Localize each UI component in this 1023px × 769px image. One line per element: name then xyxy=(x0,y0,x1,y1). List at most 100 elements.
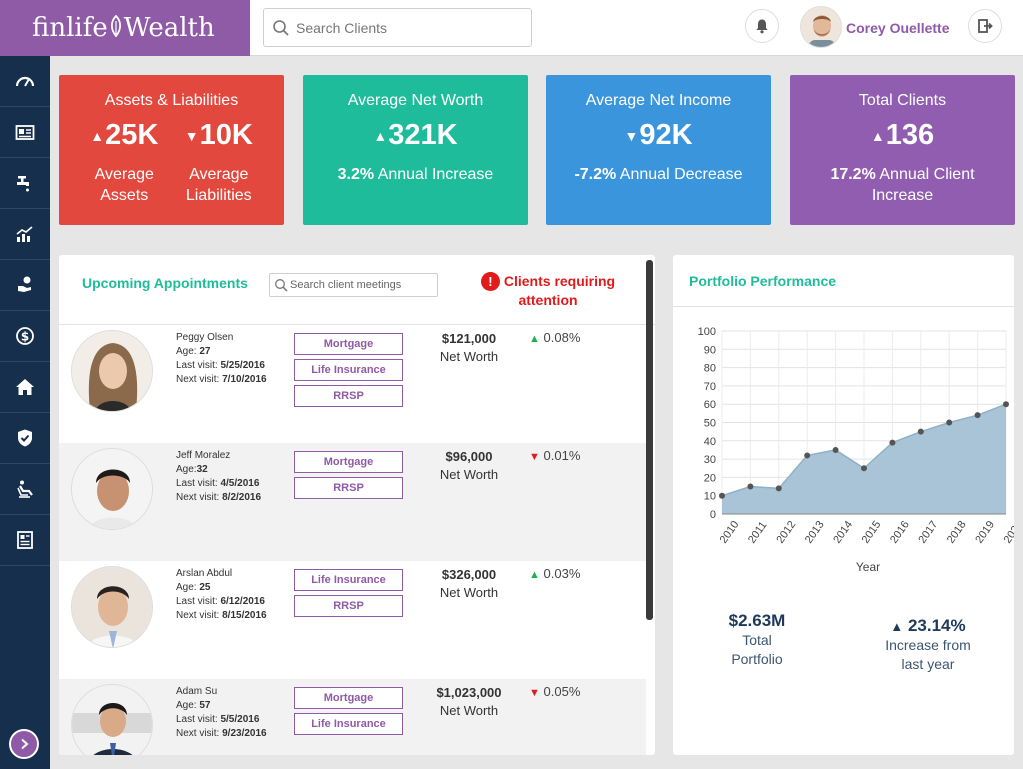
chevron-right-icon xyxy=(21,738,29,750)
last-visit-label: Last visit: xyxy=(176,714,218,725)
increase-value: 23.14% xyxy=(907,616,966,635)
meeting-search-input[interactable] xyxy=(290,277,435,293)
next-visit-label: Next visit: xyxy=(176,374,220,385)
total-clients-value: 136 xyxy=(885,119,935,151)
x-tick-label: 2013 xyxy=(803,519,827,546)
top-bar: finlife Wealth Corey Ouellette xyxy=(0,0,1023,56)
net-worth-value: 321K xyxy=(388,119,458,151)
hand-coin-icon xyxy=(18,276,31,292)
svg-text:$: $ xyxy=(21,330,29,344)
appointment-row[interactable]: Arslan Abdul Age: 25 Last visit: 6/12/20… xyxy=(59,561,646,679)
card-title: Total Clients xyxy=(858,92,947,109)
sidebar-item-contacts[interactable] xyxy=(0,107,50,158)
appointment-row[interactable]: Jeff Moralez Age:32 Last visit: 4/5/2016… xyxy=(59,443,646,561)
client-photo-image xyxy=(72,449,152,529)
age-label: Age: xyxy=(176,464,197,475)
average-net-worth-card[interactable]: Average Net Worth ▲321K 3.2% Annual Incr… xyxy=(303,75,528,225)
tag-mortgage[interactable]: Mortgage xyxy=(294,333,403,355)
last-visit: 4/5/2016 xyxy=(220,478,260,489)
data-point xyxy=(974,412,981,419)
data-point xyxy=(1003,401,1009,408)
down-arrow-icon: ▼ xyxy=(184,128,199,144)
down-triangle-icon: ▼ xyxy=(529,687,540,699)
last-visit-label: Last visit: xyxy=(176,596,218,607)
app-logo[interactable]: finlife Wealth xyxy=(0,0,250,56)
exclamation-icon: ! xyxy=(480,272,500,291)
down-arrow-icon: ▼ xyxy=(624,128,639,144)
sidebar-item-cashflow[interactable] xyxy=(0,158,50,209)
change-value: 0.03% xyxy=(543,566,581,581)
tag-mortgage[interactable]: Mortgage xyxy=(294,451,403,473)
tag-life-insurance[interactable]: Life Insurance xyxy=(294,359,403,381)
user-name[interactable]: Corey Ouellette xyxy=(846,20,949,36)
client-info: Jeff Moralez Age:32 Last visit: 4/5/2016… xyxy=(176,449,261,505)
client-search xyxy=(263,8,532,47)
net-worth-amount: $121,000 xyxy=(441,331,497,346)
client-photo xyxy=(71,684,153,755)
up-arrow-icon: ▲ xyxy=(373,128,388,144)
sidebar-item-insurance[interactable] xyxy=(0,413,50,464)
scrollbar[interactable] xyxy=(646,260,653,620)
appointments-header: Upcoming Appointments !Clients requiring… xyxy=(59,255,655,325)
sidebar-item-budget[interactable]: $ xyxy=(0,311,50,362)
tag-rrsp[interactable]: RRSP xyxy=(294,385,403,407)
expand-sidebar-button[interactable] xyxy=(9,729,39,759)
appointment-row[interactable]: Peggy Olsen Age: 27 Last visit: 5/25/201… xyxy=(59,325,646,443)
increase-summary: ▲ 23.14% Increase from last year xyxy=(863,616,993,674)
x-tick-label: 2016 xyxy=(888,519,912,546)
net-worth-pct: 3.2% xyxy=(337,166,375,183)
client-net-worth: $121,000 Net Worth xyxy=(414,330,524,366)
appointment-row[interactable]: Adam Su Age: 57 Last visit: 5/5/2016 Nex… xyxy=(59,679,646,755)
client-photo-image xyxy=(72,567,152,647)
notifications-button[interactable] xyxy=(745,9,779,43)
data-point xyxy=(719,492,725,499)
y-tick-label: 70 xyxy=(704,381,716,393)
assets-label-line1: Average xyxy=(94,166,154,183)
y-tick-label: 100 xyxy=(698,326,716,338)
meeting-search xyxy=(269,273,438,297)
sidebar-item-savings[interactable] xyxy=(0,260,50,311)
newspaper-icon xyxy=(17,531,33,549)
contacts-card-icon xyxy=(15,125,35,140)
y-tick-label: 60 xyxy=(704,399,716,411)
client-net-worth: $1,023,000 Net Worth xyxy=(414,684,524,720)
sidebar: $ xyxy=(0,56,50,769)
net-worth-change: ▲ 0.03% xyxy=(529,566,580,581)
client-name: Jeff Moralez xyxy=(176,450,231,461)
sidebar-item-investments[interactable] xyxy=(0,209,50,260)
up-triangle-icon: ▲ xyxy=(529,569,540,581)
client-name: Adam Su xyxy=(176,686,218,697)
client-name: Arslan Abdul xyxy=(176,568,233,579)
tag-rrsp[interactable]: RRSP xyxy=(294,595,403,617)
x-tick-label: 2019 xyxy=(973,519,997,546)
clients-attention-link[interactable]: ! Clients requiring attention xyxy=(473,272,623,310)
client-info: Arslan Abdul Age: 25 Last visit: 6/12/20… xyxy=(176,567,267,623)
tag-mortgage[interactable]: Mortgage xyxy=(294,687,403,709)
sidebar-item-property[interactable] xyxy=(0,362,50,413)
sidebar-item-reports[interactable] xyxy=(0,515,50,566)
up-triangle-icon: ▲ xyxy=(890,619,904,634)
growth-chart-icon xyxy=(16,226,33,242)
average-net-income-card[interactable]: Average Net Income ▼92K -7.2% Annual Dec… xyxy=(546,75,771,225)
net-worth-change: ▼ 0.01% xyxy=(529,448,580,463)
data-point xyxy=(832,446,839,453)
search-icon xyxy=(275,279,288,292)
tag-life-insurance[interactable]: Life Insurance xyxy=(294,713,403,735)
sidebar-item-retirement[interactable] xyxy=(0,464,50,515)
net-worth-desc: Annual Increase xyxy=(374,166,494,183)
data-point xyxy=(946,419,953,426)
search-input[interactable] xyxy=(296,16,521,40)
data-point xyxy=(889,439,896,446)
logout-button[interactable] xyxy=(968,9,1002,43)
tag-rrsp[interactable]: RRSP xyxy=(294,477,403,499)
faucet-icon xyxy=(17,176,29,192)
sidebar-item-dashboard[interactable] xyxy=(0,56,50,107)
client-age: 57 xyxy=(199,700,211,711)
next-visit-label: Next visit: xyxy=(176,492,220,503)
user-avatar[interactable] xyxy=(800,6,842,48)
y-tick-label: 50 xyxy=(704,418,716,430)
tag-life-insurance[interactable]: Life Insurance xyxy=(294,569,403,591)
assets-liabilities-card[interactable]: Assets & Liabilities ▲25K Average Assets … xyxy=(59,75,284,225)
x-tick-label: 2015 xyxy=(860,519,884,546)
total-clients-card[interactable]: Total Clients ▲136 17.2% Annual Client In… xyxy=(790,75,1015,225)
